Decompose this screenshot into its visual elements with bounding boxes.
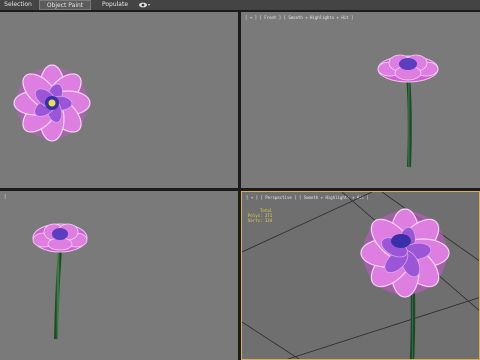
viewport-top-left[interactable] (0, 12, 238, 188)
viewport-perspective[interactable]: [ + ] [ Perspective ] [ Smooth + Highlig… (241, 191, 480, 360)
flower-top-view (13, 64, 91, 142)
flower-front-view (377, 54, 439, 168)
flower-perspective-view (242, 192, 479, 359)
tab-selection[interactable]: Selection (2, 0, 34, 10)
tab-populate[interactable]: Populate (96, 0, 134, 10)
eye-icon[interactable] (138, 0, 152, 10)
viewport-bottom-left[interactable]: [ (0, 191, 238, 360)
grid-lines (242, 192, 479, 359)
ribbon-toolbar: Selection Object Paint Populate (0, 0, 480, 10)
tab-object-paint[interactable]: Object Paint (39, 0, 91, 10)
viewport-top-right[interactable]: [ + ] [ Front ] [ Smooth + Highlights + … (241, 12, 480, 188)
flower-left-view (32, 223, 88, 340)
